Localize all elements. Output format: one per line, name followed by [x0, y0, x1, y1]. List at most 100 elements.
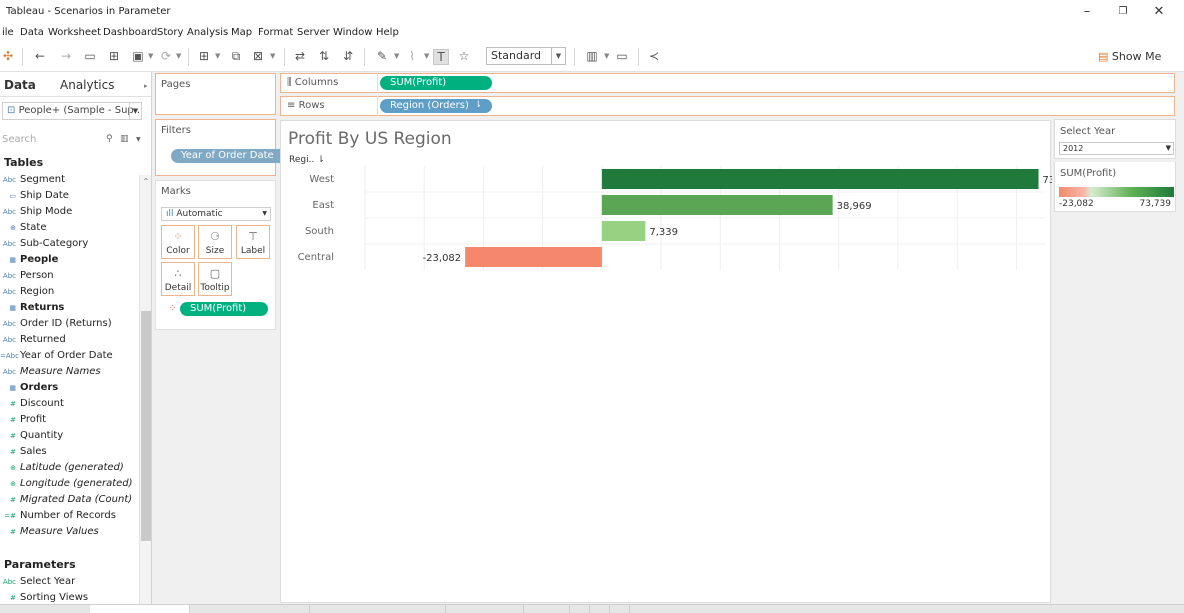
dropdown-arrow-icon[interactable]: ▼ [424, 52, 429, 60]
columns-pill-sum-profit[interactable]: SUM(Profit) [380, 76, 492, 90]
field-item[interactable]: =# Number of Records [0, 510, 116, 526]
duplicate-sheet-icon[interactable]: ⧉ [228, 49, 244, 64]
field-item[interactable]: Abc Ship Mode [0, 206, 72, 222]
field-item[interactable]: ▭ Ship Date [0, 190, 69, 206]
sheet-tab[interactable] [190, 605, 310, 613]
dropdown-arrow-icon[interactable]: ▼ [148, 52, 153, 60]
view-options-icon[interactable]: ▥ [120, 134, 129, 144]
field-item[interactable]: Abc Region [0, 286, 54, 302]
pane-menu-icon[interactable]: ▸ [144, 82, 148, 90]
field-item[interactable]: Abc Person [0, 270, 54, 286]
pages-shelf[interactable]: Pages [155, 73, 276, 115]
columns-shelf[interactable]: ⫼ Columns SUM(Profit) [280, 73, 1175, 93]
save-icon[interactable]: ▭ [82, 49, 98, 63]
close-button[interactable]: ✕ [1150, 4, 1168, 19]
detail-mark-button[interactable]: ∴ Detail [161, 262, 195, 296]
menu-server[interactable]: Server [297, 27, 330, 38]
mark-type-select[interactable]: ıll Automatic ▼ [161, 207, 271, 221]
row-header[interactable]: Regi.. ⇂ [289, 155, 325, 165]
field-search-input[interactable]: Search ⚲ ▥ ▼ [0, 134, 144, 150]
sheet-tab[interactable] [524, 605, 570, 613]
table-folder[interactable]: ▦ Returns [0, 302, 64, 318]
category-label[interactable]: Central [298, 252, 334, 263]
sheet-tab[interactable] [90, 605, 190, 613]
category-label[interactable]: South [305, 226, 334, 237]
menu-data[interactable]: Data [20, 27, 44, 38]
minimize-button[interactable]: – [1078, 4, 1096, 19]
category-label[interactable]: East [312, 200, 334, 211]
dropdown-arrow-icon[interactable]: ▼ [604, 52, 609, 60]
field-item[interactable]: # Profit [0, 414, 46, 430]
filters-shelf[interactable]: Filters Year of Order Date [155, 119, 293, 176]
dropdown-arrow-icon[interactable]: ▼ [215, 52, 220, 60]
new-datasource-icon[interactable]: ⊞ [106, 49, 122, 63]
rows-pill-region[interactable]: Region (Orders) ⇂ [380, 99, 492, 113]
dropdown-arrow-icon[interactable]: ▼ [270, 52, 275, 60]
field-item[interactable]: Abc Order ID (Returns) [0, 318, 112, 334]
menu-file[interactable]: ile [2, 27, 14, 38]
fix-axes-icon[interactable]: ☆ [456, 49, 472, 63]
highlight-icon[interactable]: ✎ [374, 49, 390, 63]
restore-button[interactable]: ❐ [1114, 6, 1132, 17]
sheet-tab[interactable] [446, 605, 524, 613]
pause-updates-icon[interactable]: ▣ [130, 49, 146, 63]
field-item[interactable]: # Measure Values [0, 526, 99, 542]
profit-bar[interactable] [601, 169, 1039, 189]
menu-help[interactable]: Help [376, 27, 399, 38]
menu-worksheet[interactable]: Worksheet [48, 27, 101, 38]
share-icon[interactable]: ≺ [646, 49, 662, 63]
field-item[interactable]: ⊕ Latitude (generated) [0, 462, 124, 478]
field-item[interactable]: # Migrated Data (Count) [0, 494, 132, 510]
field-item[interactable]: Abc Measure Names [0, 366, 101, 382]
dropdown-arrow-icon[interactable]: ▼ [394, 52, 399, 60]
sheet-tab[interactable] [590, 605, 610, 613]
dropdown-arrow-icon[interactable]: ▼ [176, 52, 181, 60]
menu-map[interactable]: Map [231, 27, 252, 38]
filter-pill-year-of-order-date[interactable]: Year of Order Date [171, 149, 293, 163]
forward-arrow-icon[interactable]: → [58, 49, 74, 63]
scrollbar-thumb[interactable] [141, 311, 151, 541]
group-members-icon[interactable]: ⌇ [404, 49, 420, 63]
back-arrow-icon[interactable]: ← [32, 49, 48, 63]
field-item[interactable]: Abc Returned [0, 334, 66, 350]
fit-dropdown[interactable]: Standard ▼ [486, 47, 566, 65]
show-mark-labels-icon[interactable]: T [433, 49, 449, 65]
sort-icon[interactable]: ⇂ [317, 155, 325, 165]
select-year-dropdown[interactable]: 2012 ▼ [1059, 142, 1174, 155]
profit-bar[interactable] [601, 221, 646, 241]
new-worksheet-icon[interactable]: ⊞ [196, 49, 212, 63]
field-item[interactable]: # Sales [0, 446, 47, 462]
scroll-up-icon[interactable]: ⌃ [141, 177, 151, 186]
rows-shelf[interactable]: ≡ Rows Region (Orders) ⇂ [280, 96, 1175, 116]
size-mark-button[interactable]: ⚆ Size [198, 225, 232, 259]
chevron-down-icon[interactable]: ▼ [136, 136, 141, 143]
show-cards-icon[interactable]: ▥ [584, 49, 600, 63]
sheet-tab[interactable] [570, 605, 590, 613]
refresh-icon[interactable]: ⟳ [158, 49, 174, 63]
marks-pill-sum-profit[interactable]: SUM(Profit) [180, 302, 268, 316]
tableau-logo-icon[interactable]: ✣ [0, 49, 16, 63]
data-source-select[interactable]: ⊡ People+ (Sample - Sup... ▼ [2, 102, 142, 120]
parameter-item[interactable]: Abc Select Year [0, 576, 75, 592]
label-mark-button[interactable]: ⊤ Label [236, 225, 270, 259]
menu-dashboard[interactable]: Dashboard [103, 27, 157, 38]
sort-descending-icon[interactable]: ⇵ [340, 49, 356, 63]
field-item[interactable]: Abc Sub-Category [0, 238, 88, 254]
field-list-scrollbar[interactable]: ⌃ ⌄ [139, 175, 151, 613]
profit-bar[interactable] [465, 247, 602, 267]
presentation-mode-icon[interactable]: ▭ [614, 49, 630, 63]
field-item[interactable]: # Quantity [0, 430, 63, 446]
menu-story[interactable]: Story [157, 27, 183, 38]
tab-data[interactable]: Data [4, 78, 36, 92]
color-mark-button[interactable]: ⁘ Color [161, 225, 195, 259]
category-label[interactable]: West [309, 174, 334, 185]
swap-rows-columns-icon[interactable]: ⇄ [292, 49, 308, 63]
clear-sheet-icon[interactable]: ⊠ [250, 49, 266, 63]
field-item[interactable]: ⊕ State [0, 222, 46, 238]
table-folder[interactable]: ▦ People [0, 254, 58, 270]
sheet-tab[interactable] [310, 605, 446, 613]
field-item[interactable]: =AbcYear of Order Date [0, 350, 113, 366]
field-item[interactable]: ⊕ Longitude (generated) [0, 478, 132, 494]
field-item[interactable]: Abc Segment [0, 174, 65, 190]
sort-ascending-icon[interactable]: ⇅ [316, 49, 332, 63]
